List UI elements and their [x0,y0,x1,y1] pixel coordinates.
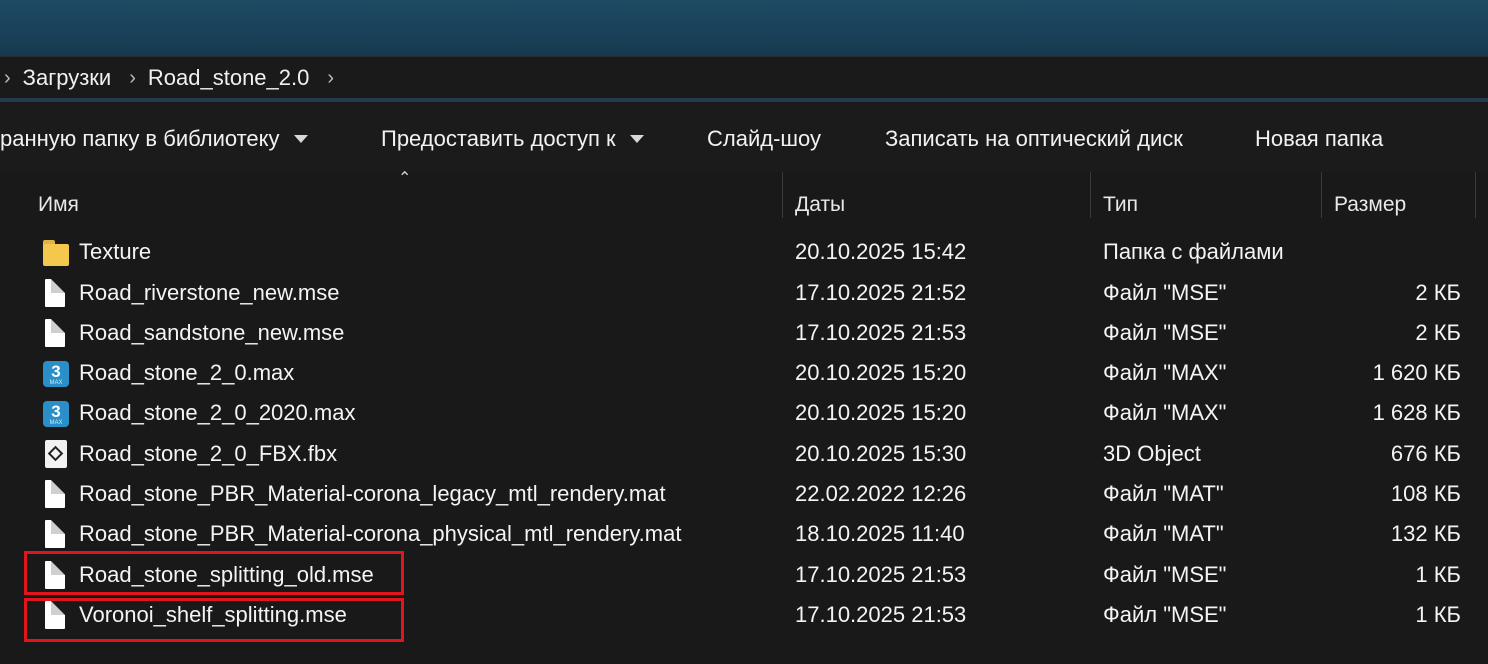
file-type: 3D Object [1103,441,1201,466]
file-name: Road_sandstone_new.mse [79,320,345,345]
file-type: Папка с файлами [1103,239,1284,264]
burn-to-disc-label: Записать на оптический диск [885,126,1183,151]
window-titlebar [0,0,1488,56]
file-row[interactable]: Road_riverstone_new.mse 17.10.2025 21:52… [0,273,1488,313]
breadcrumb-item-downloads[interactable]: Загрузки [23,65,112,91]
column-divider[interactable] [782,172,783,218]
slideshow-label: Слайд-шоу [707,126,822,151]
file-type: Файл "MAT" [1103,521,1224,546]
file-date: 20.10.2025 15:42 [795,239,967,264]
file-row[interactable]: Road_stone_PBR_Material-corona_legacy_mt… [0,474,1488,514]
new-folder-label: Новая папка [1255,126,1384,151]
dropdown-arrow-icon [629,135,644,143]
file-size: 108 КБ [1390,481,1461,506]
file-type: Файл "MAX" [1103,360,1227,385]
file-size: 1 КБ [1415,562,1461,587]
file-date: 17.10.2025 21:53 [795,562,967,587]
file-row[interactable]: 3 MAX Road_stone_2_0.max 20.10.2025 15:20… [0,353,1488,393]
burn-to-disc-button[interactable]: Записать на оптический диск [885,126,1183,152]
file-size: 1 628 КБ [1372,400,1461,425]
file-icon [43,319,67,349]
column-header-type[interactable]: Тип [1103,182,1319,228]
file-type: Файл "MSE" [1103,320,1227,345]
address-bar[interactable]: › Загрузки › Road_stone_2.0 › [0,56,1488,99]
file-name: Road_stone_PBR_Material-corona_legacy_mt… [79,481,666,506]
file-icon [43,520,67,550]
file-row-texture[interactable]: Texture 20.10.2025 15:42 Папка с файлами [0,232,1488,272]
file-list: ⌃ Имя Даты Тип Размер Texture 20.10.2025… [0,170,1488,664]
include-in-library-button[interactable]: ранную папку в библиотеку [0,126,308,152]
file-size: 1 КБ [1415,602,1461,627]
share-with-label: Предоставить доступ к [381,126,616,151]
file-name: Road_stone_PBR_Material-corona_physical_… [79,521,682,546]
3dsmax-icon: 3 MAX [43,399,69,429]
file-row[interactable]: Road_stone_2_0_FBX.fbx 20.10.2025 15:30 … [0,434,1488,474]
file-row[interactable]: 3 MAX Road_stone_2_0_2020.max 20.10.2025 … [0,393,1488,433]
3d-object-icon [43,440,67,470]
file-name: Road_riverstone_new.mse [79,280,340,305]
file-type: Файл "MAX" [1103,400,1227,425]
3dsmax-icon: 3 MAX [43,359,69,389]
column-header-size[interactable]: Размер [1334,182,1474,228]
file-date: 20.10.2025 15:20 [795,400,967,425]
file-icon [43,480,67,510]
file-date: 17.10.2025 21:52 [795,280,967,305]
column-header-size-label: Размер [1334,193,1407,216]
file-type: Файл "MSE" [1103,602,1227,627]
column-header-date-label: Даты [795,193,846,216]
file-row[interactable]: Road_stone_PBR_Material-corona_physical_… [0,514,1488,554]
new-folder-button[interactable]: Новая папка [1255,126,1383,152]
file-date: 20.10.2025 15:30 [795,441,967,466]
file-name: Texture [79,239,152,264]
include-in-library-label: ранную папку в библиотеку [0,126,280,151]
file-date: 18.10.2025 11:40 [795,521,965,546]
file-size: 132 КБ [1390,521,1461,546]
file-date: 20.10.2025 15:20 [795,360,967,385]
chevron-right-icon[interactable]: › [129,67,136,90]
slideshow-button[interactable]: Слайд-шоу [707,126,821,152]
file-type: Файл "MSE" [1103,562,1227,587]
highlight-box [24,598,404,642]
file-icon [43,279,67,309]
file-size: 2 КБ [1415,320,1461,345]
column-header-name-label: Имя [38,193,79,216]
file-size: 2 КБ [1415,280,1461,305]
file-row[interactable]: Road_sandstone_new.mse 17.10.2025 21:53 … [0,313,1488,353]
file-size: 676 КБ [1390,441,1461,466]
column-divider[interactable] [1090,172,1091,218]
chevron-right-icon[interactable]: › [327,67,334,90]
column-header-date[interactable]: Даты [795,182,1089,228]
column-divider[interactable] [1475,172,1476,218]
command-bar: ранную папку в библиотеку Предоставить д… [0,102,1488,173]
file-date: 17.10.2025 21:53 [795,602,967,627]
column-header-name[interactable]: Имя [38,182,782,228]
column-divider[interactable] [1321,172,1322,218]
file-size: 1 620 КБ [1372,360,1461,385]
share-with-button[interactable]: Предоставить доступ к [381,126,644,152]
file-date: 22.02.2022 12:26 [795,481,967,506]
column-header-type-label: Тип [1103,193,1139,216]
file-name: Road_stone_2_0_FBX.fbx [79,441,338,466]
chevron-right-icon[interactable]: › [4,67,11,90]
highlight-box [24,551,404,595]
file-name: Road_stone_2_0.max [79,360,295,385]
dropdown-arrow-icon [293,135,308,143]
folder-icon [43,238,69,268]
breadcrumb-item-current-folder[interactable]: Road_stone_2.0 [148,65,309,91]
file-date: 17.10.2025 21:53 [795,320,967,345]
file-name: Road_stone_2_0_2020.max [79,400,356,425]
file-type: Файл "MAT" [1103,481,1224,506]
file-type: Файл "MSE" [1103,280,1227,305]
